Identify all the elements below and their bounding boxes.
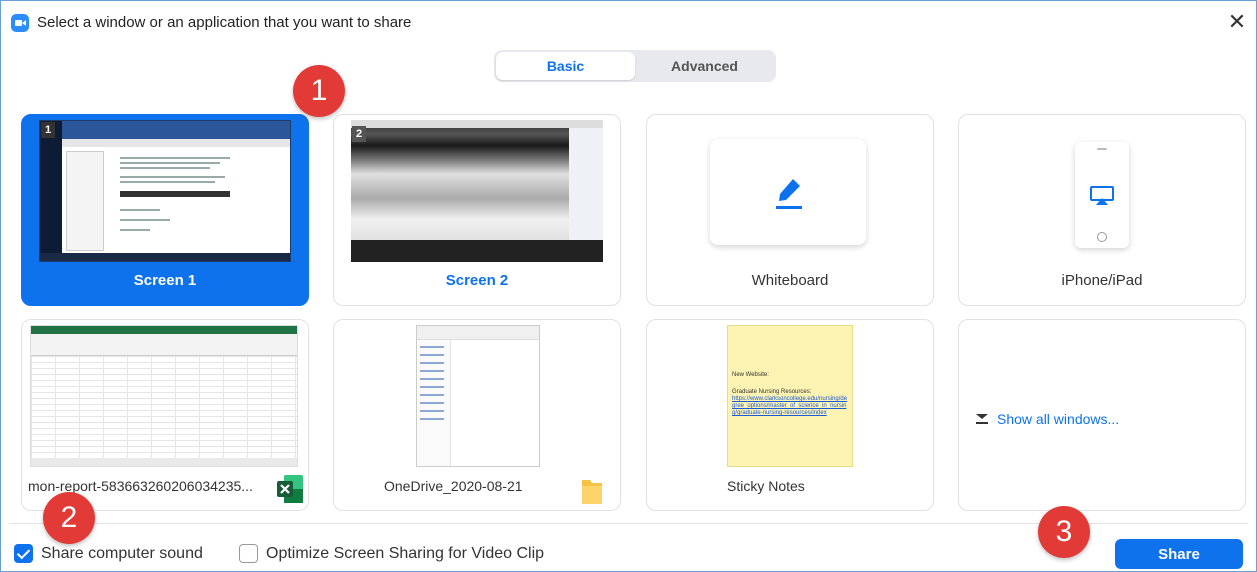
callout-1: 1 (293, 65, 345, 117)
show-all-icon (976, 414, 988, 424)
share-sound-label: Share computer sound (41, 544, 203, 562)
optimize-video-checkbox[interactable]: Optimize Screen Sharing for Video Clip (239, 544, 544, 563)
tile-screen-1[interactable]: 1 Screen 1 (21, 114, 309, 306)
airplay-icon (1090, 186, 1114, 205)
close-button[interactable]: ✕ (1224, 9, 1250, 35)
show-all-label: Show all windows... (997, 411, 1120, 427)
dialog-title: Select a window or an application that y… (37, 14, 412, 31)
tab-bar: Basic Advanced (494, 50, 776, 82)
optimize-check-box[interactable] (239, 544, 258, 563)
excel-icon (277, 475, 303, 503)
tile-iphone-ipad[interactable]: iPhone/iPad (958, 114, 1246, 306)
title-bar: Select a window or an application that y… (1, 1, 1256, 43)
tile-excel-window[interactable]: mon-report-583663260206034235... (21, 319, 309, 511)
optimize-label: Optimize Screen Sharing for Video Clip (266, 544, 545, 562)
whiteboard-label: Whiteboard (751, 272, 829, 289)
note-text-2: Graduate Nursing Resources: (732, 389, 812, 395)
onedrive-window-label: OneDrive_2020-08-21 (384, 478, 523, 494)
pen-icon (776, 179, 802, 209)
screen-1-badge: 1 (41, 122, 55, 138)
callout-3: 3 (1038, 506, 1090, 558)
tile-screen-2[interactable]: 2 Screen 2 (333, 114, 621, 306)
tile-onedrive-window[interactable]: OneDrive_2020-08-21 (333, 319, 621, 511)
sticky-notes-label: Sticky Notes (727, 478, 805, 494)
share-sound-check-mark[interactable] (14, 544, 33, 563)
show-all-windows-link[interactable]: Show all windows... (975, 411, 1119, 427)
note-link: https://www.clarksoncollege.edu/nursing/… (732, 396, 848, 416)
share-dialog: Select a window or an application that y… (0, 0, 1257, 572)
whiteboard-preview (710, 139, 866, 245)
screen-2-label: Screen 2 (445, 272, 509, 289)
tab-advanced[interactable]: Advanced (635, 52, 774, 80)
onedrive-thumbnail (416, 325, 540, 467)
tile-sticky-notes[interactable]: New Website: Graduate Nursing Resources:… (646, 319, 934, 511)
screen-2-thumbnail: 2 (351, 120, 603, 262)
screen-1-thumbnail: 1 (39, 120, 291, 262)
iphone-label: iPhone/iPad (1061, 272, 1143, 289)
share-button[interactable]: Share (1115, 539, 1243, 569)
callout-2: 2 (43, 492, 95, 544)
zoom-app-icon (11, 14, 29, 32)
screen-1-label: Screen 1 (133, 272, 197, 289)
note-text-1: New Website: (732, 372, 769, 378)
share-computer-sound-checkbox[interactable]: Share computer sound (14, 544, 203, 563)
screen-2-badge: 2 (352, 126, 366, 142)
excel-thumbnail (30, 325, 298, 467)
folder-icon (582, 480, 602, 504)
sticky-notes-thumbnail: New Website: Graduate Nursing Resources:… (727, 325, 853, 467)
phone-preview (1075, 142, 1129, 248)
tile-whiteboard[interactable]: Whiteboard (646, 114, 934, 306)
tab-basic[interactable]: Basic (496, 52, 635, 80)
tile-show-all-windows[interactable]: Show all windows... (958, 319, 1246, 511)
